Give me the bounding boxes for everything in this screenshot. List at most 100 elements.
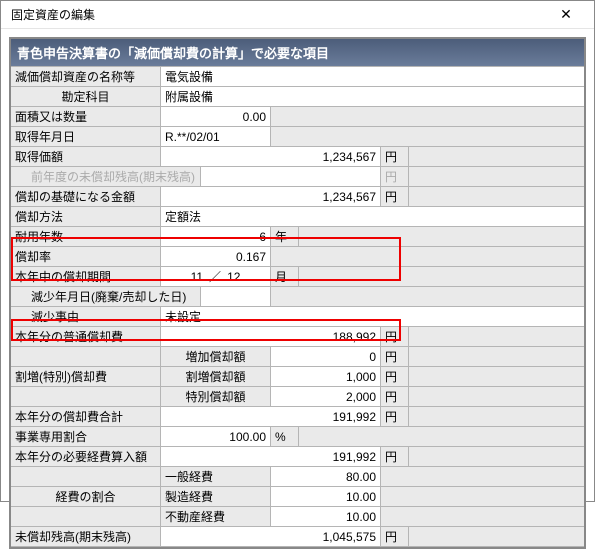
label-prev-balance: 前年度の未償却残高(期末残高) (11, 167, 201, 186)
filler (381, 507, 584, 526)
unit-biz-ratio: % (271, 427, 299, 446)
label-method: 償却方法 (11, 207, 161, 226)
period-sep: ／ (209, 268, 221, 285)
unit-prev-balance: 円 (381, 167, 409, 186)
field-asset-name[interactable]: 電気設備 (161, 67, 584, 86)
field-period[interactable]: 11 ／ 12 (161, 267, 271, 286)
field-exp-mfg[interactable]: 10.00 (271, 487, 381, 506)
row-basis: 償却の基礎になる金額 1,234,567 円 (11, 187, 584, 207)
field-basis[interactable]: 1,234,567 (161, 187, 381, 206)
row-period: 本年中の償却期間 11 ／ 12 月 (11, 267, 584, 287)
row-total-dep: 本年分の償却費合計 191,992 円 (11, 407, 584, 427)
field-end-balance[interactable]: 1,045,575 (161, 527, 381, 546)
window-title: 固定資産の編集 (11, 6, 95, 23)
row-exp-mfg: 経費の割合 製造経費 10.00 (11, 487, 584, 507)
row-decrease-reason: 減少事由 未設定 (11, 307, 584, 327)
field-extra-dep[interactable]: 1,000 (271, 367, 381, 386)
row-biz-ratio: 事業専用割合 100.00 % (11, 427, 584, 447)
row-exp-realestate: 不動産経費 10.00 (11, 507, 584, 527)
main-panel: 青色申告決算書の「減価償却費の計算」で必要な項目 減価償却資産の名称等 電気設備… (9, 37, 586, 549)
row-acq-price: 取得価額 1,234,567 円 (11, 147, 584, 167)
row-account: 勘定科目 附属設備 (11, 87, 584, 107)
row-extra-dep: 割増(特別)償却費 割増償却額 1,000 円 (11, 367, 584, 387)
label-biz-ratio: 事業専用割合 (11, 427, 161, 446)
filler (409, 387, 584, 406)
row-ordinary-dep: 本年分の普通償却費 188,992 円 (11, 327, 584, 347)
unit-total-dep: 円 (381, 407, 409, 426)
label-acq-price: 取得価額 (11, 147, 161, 166)
field-exp-general[interactable]: 80.00 (271, 467, 381, 486)
label-decrease-date: 減少年月日(廃棄/売却した日) (11, 287, 201, 306)
field-area-qty[interactable]: 0.00 (161, 107, 271, 126)
content-area: 青色申告決算書の「減価償却費の計算」で必要な項目 減価償却資産の名称等 電気設備… (1, 29, 594, 557)
label-special-group-bot (11, 387, 161, 406)
period-m2: 12 (227, 270, 240, 284)
label-basis: 償却の基礎になる金額 (11, 187, 161, 206)
label-exp-ratio-group-bot (11, 507, 161, 526)
field-total-dep[interactable]: 191,992 (161, 407, 381, 426)
field-method[interactable]: 定額法 (161, 207, 584, 226)
filler (409, 527, 584, 546)
filler (299, 227, 584, 246)
unit-inc-dep: 円 (381, 347, 409, 366)
field-decrease-reason[interactable]: 未設定 (161, 307, 584, 326)
unit-life: 年 (271, 227, 299, 246)
field-decrease-date[interactable] (201, 287, 271, 306)
filler (409, 187, 584, 206)
label-ordinary-dep: 本年分の普通償却費 (11, 327, 161, 346)
titlebar: 固定資産の編集 ✕ (1, 1, 594, 29)
close-icon: ✕ (560, 6, 572, 23)
filler (271, 247, 584, 266)
unit-end-balance: 円 (381, 527, 409, 546)
label-inc-dep: 増加償却額 (161, 347, 271, 366)
label-special-group-text: 割増(特別)償却費 (11, 367, 161, 386)
field-prev-balance[interactable] (201, 167, 381, 186)
label-necessary-exp: 本年分の必要経費算入額 (11, 447, 161, 466)
unit-basis: 円 (381, 187, 409, 206)
row-decrease-date: 減少年月日(廃棄/売却した日) (11, 287, 584, 307)
field-acq-date[interactable]: R.**/02/01 (161, 127, 271, 146)
filler (409, 367, 584, 386)
row-special-dep: 特別償却額 2,000 円 (11, 387, 584, 407)
filler (409, 407, 584, 426)
filler (299, 427, 584, 446)
row-inc-dep: 増加償却額 0 円 (11, 347, 584, 367)
filler (271, 127, 584, 146)
label-exp-ratio-group-text: 経費の割合 (11, 487, 161, 506)
label-life: 耐用年数 (11, 227, 161, 246)
dialog-window: 固定資産の編集 ✕ 青色申告決算書の「減価償却費の計算」で必要な項目 減価償却資… (0, 0, 595, 502)
field-ordinary-dep[interactable]: 188,992 (161, 327, 381, 346)
field-exp-realestate[interactable]: 10.00 (271, 507, 381, 526)
field-biz-ratio[interactable]: 100.00 (161, 427, 271, 446)
label-rate: 償却率 (11, 247, 161, 266)
unit-special-dep: 円 (381, 387, 409, 406)
label-end-balance: 未償却残高(期末残高) (11, 527, 161, 546)
panel-header: 青色申告決算書の「減価償却費の計算」で必要な項目 (11, 39, 584, 66)
field-inc-dep[interactable]: 0 (271, 347, 381, 366)
row-end-balance: 未償却残高(期末残高) 1,045,575 円 (11, 527, 584, 547)
row-prev-balance: 前年度の未償却残高(期末残高) 円 (11, 167, 584, 187)
filler (381, 467, 584, 486)
filler (271, 107, 584, 126)
label-exp-general: 一般経費 (161, 467, 271, 486)
field-acq-price[interactable]: 1,234,567 (161, 147, 381, 166)
close-button[interactable]: ✕ (546, 2, 586, 28)
label-extra-dep: 割増償却額 (161, 367, 271, 386)
field-life[interactable]: 6 (161, 227, 271, 246)
field-rate[interactable]: 0.167 (161, 247, 271, 266)
filler (409, 167, 584, 186)
unit-period: 月 (271, 267, 299, 286)
filler (409, 447, 584, 466)
row-acq-date: 取得年月日 R.**/02/01 (11, 127, 584, 147)
label-exp-mfg: 製造経費 (161, 487, 271, 506)
unit-necessary-exp: 円 (381, 447, 409, 466)
form-grid: 減価償却資産の名称等 電気設備 勘定科目 附属設備 面積又は数量 0.00 取得… (11, 66, 584, 547)
field-special-dep[interactable]: 2,000 (271, 387, 381, 406)
field-necessary-exp[interactable]: 191,992 (161, 447, 381, 466)
field-account[interactable]: 附属設備 (161, 87, 584, 106)
row-rate: 償却率 0.167 (11, 247, 584, 267)
row-area-qty: 面積又は数量 0.00 (11, 107, 584, 127)
filler (299, 267, 584, 286)
label-special-group (11, 347, 161, 366)
row-method: 償却方法 定額法 (11, 207, 584, 227)
